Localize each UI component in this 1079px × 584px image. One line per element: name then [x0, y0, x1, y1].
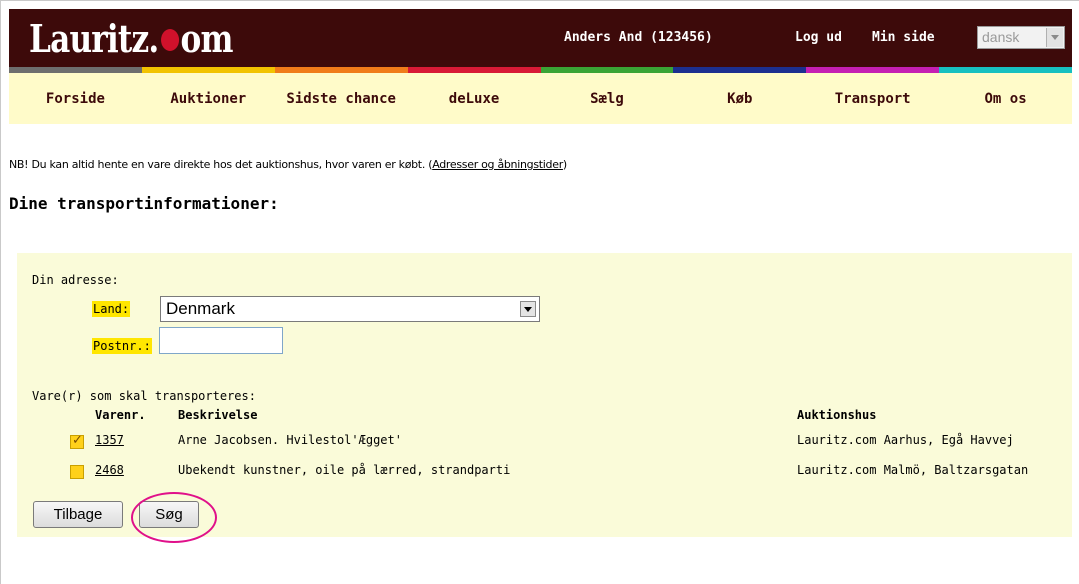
postcode-label: Postnr.: [92, 338, 152, 354]
item-description: Ubekendt kunstner, oile på lærred, stran… [178, 463, 511, 477]
main-navigation: Forside Auktioner Sidste chance deLuxe Sælg K… [9, 73, 1072, 124]
site-logo[interactable]: Lauritz. om [29, 14, 233, 64]
postcode-input[interactable] [159, 327, 283, 354]
country-label: Land: [92, 301, 131, 317]
highlight-circle [131, 492, 217, 543]
language-value: dansk [982, 29, 1020, 45]
items-label: Vare(r) som skal transporteres: [32, 389, 256, 403]
language-select[interactable]: dansk [977, 26, 1065, 49]
nav-item-auktioner[interactable]: Auktioner [142, 73, 275, 124]
top-header-bar: Lauritz. om Anders And (123456) Log ud Mi… [9, 9, 1072, 67]
logout-link[interactable]: Log ud [795, 9, 842, 67]
nav-item-forside[interactable]: Forside [9, 73, 142, 124]
page-title: Dine transportinformationer: [9, 194, 279, 213]
notice-text: NB! Du kan altid hente en vare direkte h… [9, 158, 567, 171]
item-description: Arne Jacobsen. Hvilestol'Ægget' [178, 433, 402, 447]
item-auction-house: Lauritz.com Aarhus, Egå Havvej [797, 433, 1014, 447]
chevron-down-icon [520, 301, 536, 317]
nav-item-deluxe[interactable]: deLuxe [408, 73, 541, 124]
nav-item-om-os[interactable]: Om os [939, 73, 1072, 124]
country-select[interactable]: Denmark [160, 296, 540, 322]
item-checkbox[interactable] [70, 465, 84, 479]
nav-item-sidste-chance[interactable]: Sidste chance [275, 73, 408, 124]
user-name: Anders And (123456) [564, 30, 713, 45]
item-checkbox[interactable] [70, 433, 84, 449]
column-header-auction-house: Auktionshus [797, 408, 877, 422]
column-header-description: Beskrivelse [178, 408, 258, 422]
back-button[interactable]: Tilbage [33, 501, 123, 528]
country-value: Denmark [166, 299, 235, 318]
lot-number-link[interactable]: 1357 [95, 433, 124, 447]
column-header-lot: Varenr. [95, 408, 146, 422]
logo-dot-icon [160, 28, 179, 51]
chevron-down-icon [1046, 28, 1063, 47]
nav-item-køb[interactable]: Køb [673, 73, 806, 124]
item-auction-house: Lauritz.com Malmö, Baltzarsgatan [797, 463, 1029, 477]
nav-item-sælg[interactable]: Sælg [541, 73, 674, 124]
address-label: Din adresse: [32, 273, 119, 287]
lot-number-link[interactable]: 2468 [95, 463, 124, 477]
nav-item-transport[interactable]: Transport [806, 73, 939, 124]
my-page-link[interactable]: Min side [872, 9, 935, 67]
addresses-link[interactable]: Adresser og åbningstider [432, 158, 563, 171]
